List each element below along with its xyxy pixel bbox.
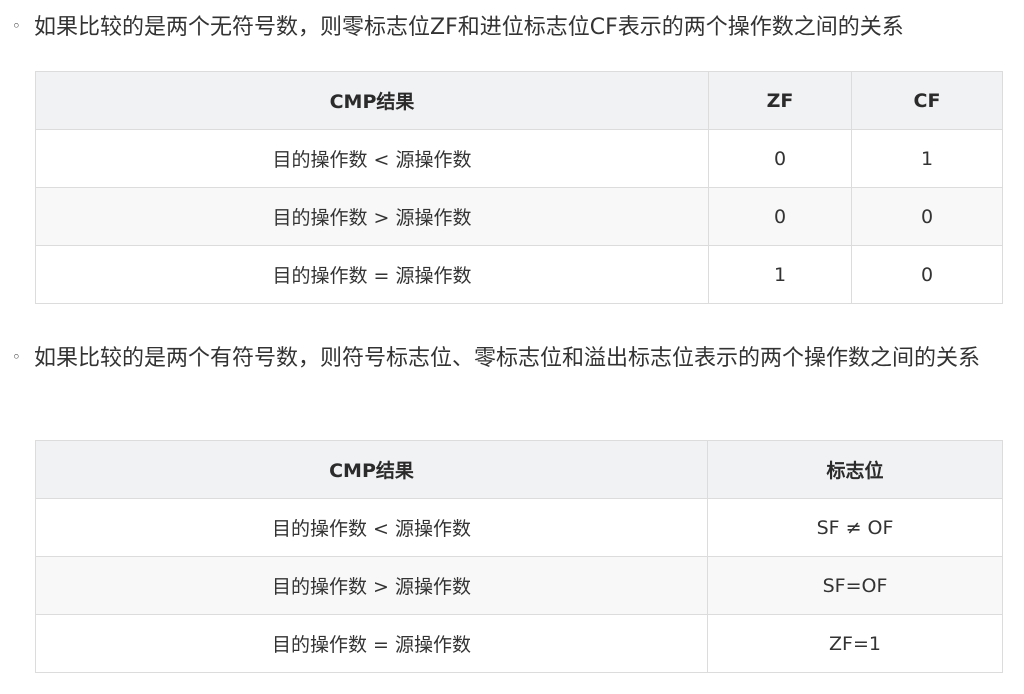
hollow-bullet-icon: ◦ (12, 348, 21, 366)
section1-bullet-line: ◦ 如果比较的是两个无符号数，则零标志位ZF和进位标志位CF表示的两个操作数之间… (12, 10, 1012, 46)
header-zf: ZF (708, 71, 852, 130)
cmp-result-cell: 目的操作数 > 源操作数 (35, 556, 708, 615)
signed-compare-table: CMP结果 标志位 目的操作数 < 源操作数 SF ≠ OF 目的操作数 > 源… (35, 440, 1003, 673)
cmp-result-cell: 目的操作数 = 源操作数 (35, 614, 708, 673)
zf-cell: 0 (708, 129, 852, 188)
flags-cell: SF ≠ OF (707, 498, 1003, 557)
zf-cell: 0 (708, 187, 852, 246)
section2-description: 如果比较的是两个有符号数，则符号标志位、零标志位和溢出标志位表示的两个操作数之间… (34, 346, 981, 371)
cmp-result-cell: 目的操作数 > 源操作数 (35, 187, 709, 246)
header-flags: 标志位 (707, 440, 1003, 499)
table-header-row: CMP结果 标志位 (35, 440, 1003, 499)
unsigned-compare-table: CMP结果 ZF CF 目的操作数 < 源操作数 0 1 目的操作数 > 源操作… (35, 71, 1003, 304)
hollow-bullet-icon: ◦ (12, 17, 21, 35)
table-row: 目的操作数 = 源操作数 ZF=1 (35, 614, 1003, 673)
cmp-result-cell: 目的操作数 < 源操作数 (35, 129, 709, 188)
table-row: 目的操作数 > 源操作数 0 0 (35, 187, 1003, 246)
table-header-row: CMP结果 ZF CF (35, 71, 1003, 130)
zf-cell: 1 (708, 245, 852, 304)
header-cmp-result: CMP结果 (35, 440, 708, 499)
flags-cell: SF=OF (707, 556, 1003, 615)
cmp-result-cell: 目的操作数 = 源操作数 (35, 245, 709, 304)
section2-bullet-line: ◦ 如果比较的是两个有符号数，则符号标志位、零标志位和溢出标志位表示的两个操作数… (12, 341, 1012, 377)
section1-description: 如果比较的是两个无符号数，则零标志位ZF和进位标志位CF表示的两个操作数之间的关… (34, 15, 904, 40)
table-row: 目的操作数 > 源操作数 SF=OF (35, 556, 1003, 615)
cf-cell: 1 (851, 129, 1003, 188)
cmp-result-cell: 目的操作数 < 源操作数 (35, 498, 708, 557)
section2-bullet-item: ◦ 如果比较的是两个有符号数，则符号标志位、零标志位和溢出标志位表示的两个操作数… (12, 341, 1012, 377)
header-cf: CF (851, 71, 1003, 130)
header-cmp-result: CMP结果 (35, 71, 709, 130)
table-row: 目的操作数 < 源操作数 SF ≠ OF (35, 498, 1003, 557)
cf-cell: 0 (851, 245, 1003, 304)
cf-cell: 0 (851, 187, 1003, 246)
flags-cell: ZF=1 (707, 614, 1003, 673)
table-row: 目的操作数 < 源操作数 0 1 (35, 129, 1003, 188)
section1-bullet-item: ◦ 如果比较的是两个无符号数，则零标志位ZF和进位标志位CF表示的两个操作数之间… (12, 10, 1012, 46)
table-row: 目的操作数 = 源操作数 1 0 (35, 245, 1003, 304)
